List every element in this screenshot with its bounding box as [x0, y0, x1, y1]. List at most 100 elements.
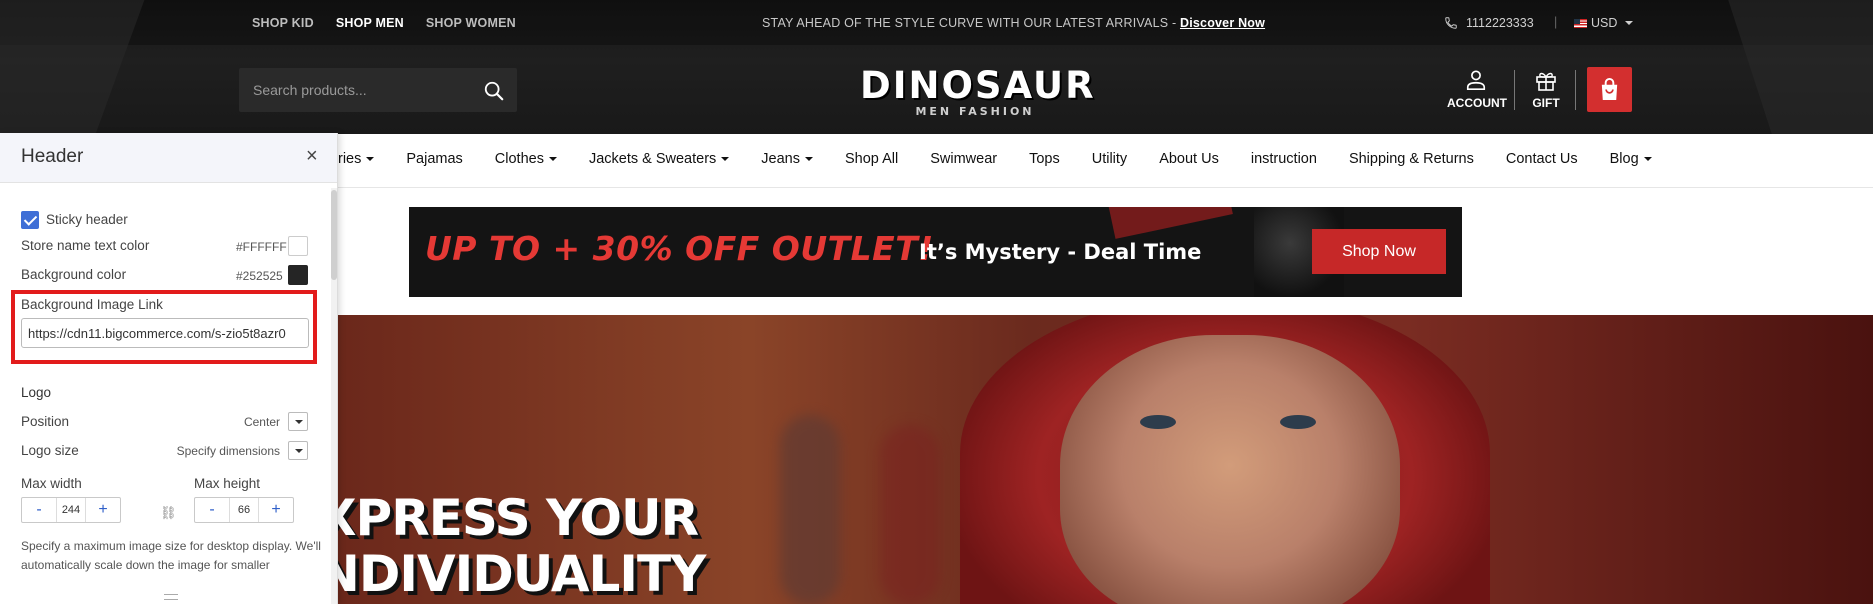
link-icon[interactable]: ⛓: [160, 505, 177, 521]
nav-item[interactable]: Contact Us: [1506, 151, 1578, 167]
nav-item[interactable]: Pajamas: [406, 151, 462, 167]
phone-icon: [1445, 17, 1457, 29]
nav-item-label: Shipping & Returns: [1348, 151, 1474, 167]
logo-size-value[interactable]: Specify dimensions: [160, 444, 280, 458]
store-name-color-label: Store name text color: [21, 238, 150, 253]
nav-item[interactable]: Utility: [1092, 151, 1127, 167]
hero-background-figure: [880, 425, 940, 604]
sticky-header-label: Sticky header: [46, 212, 128, 227]
max-height-decrement-button[interactable]: -: [195, 498, 229, 522]
nav-item[interactable]: Clothes: [495, 151, 557, 167]
cart-button[interactable]: [1587, 67, 1632, 112]
store-logo[interactable]: DINOSAUR MEN FASHION: [860, 64, 1096, 122]
hero-model-eye: [1140, 415, 1176, 429]
chevron-down-icon: [366, 157, 375, 161]
nav-item[interactable]: About Us: [1159, 151, 1219, 167]
shop-men-link[interactable]: SHOP MEN: [336, 16, 404, 30]
chevron-down-icon: [805, 157, 813, 161]
announcement-bar: SHOP KID SHOP MEN SHOP WOMEN STAY AHEAD …: [252, 14, 1634, 34]
close-icon[interactable]: ×: [306, 145, 318, 168]
phone-contact[interactable]: 1112223333: [1444, 16, 1534, 30]
banner-subtext: It’s Mystery - Deal Time: [919, 240, 1202, 264]
nav-item-label: Jackets & Sweaters: [588, 151, 717, 167]
hero-model-face: [1060, 335, 1400, 604]
max-height-increment-button[interactable]: +: [259, 498, 293, 522]
nav-item-label: Contact Us: [1505, 151, 1578, 167]
shop-women-link[interactable]: SHOP WOMEN: [426, 16, 516, 30]
panel-scrollbar[interactable]: [331, 188, 337, 604]
background-color-label: Background color: [21, 267, 127, 282]
header-divider: [1575, 70, 1576, 110]
hero-model-eye: [1280, 415, 1316, 429]
nav-item[interactable]: Swimwear: [930, 151, 997, 167]
gift-link[interactable]: GIFT: [1523, 68, 1569, 112]
search-icon[interactable]: [483, 80, 505, 102]
header-decoration-left: [0, 0, 145, 134]
gift-label: GIFT: [1532, 96, 1560, 110]
account-label: ACCOUNT: [1447, 96, 1507, 110]
nav-item-label: Swimwear: [930, 151, 998, 167]
nav-item[interactable]: Jackets & Sweaters: [588, 151, 730, 167]
promo-banner[interactable]: UP TO + 30% OFF OUTLET! It’s Mystery - D…: [409, 207, 1462, 297]
nav-item-label: Jeans: [761, 151, 800, 167]
panel-header: Header ×: [0, 133, 337, 183]
sticky-header-checkbox[interactable]: [21, 211, 39, 229]
max-width-increment-button[interactable]: +: [86, 498, 120, 522]
nav-item-label: About Us: [1159, 151, 1219, 167]
nav-item-label: Clothes: [494, 151, 544, 167]
background-color-value: #252525: [236, 269, 283, 283]
nav-item-label: Utility: [1091, 151, 1128, 167]
nav-item-label: instruction: [1250, 151, 1317, 167]
panel-title: Header: [21, 146, 84, 167]
nav-item[interactable]: Tops: [1029, 151, 1060, 167]
currency-selector[interactable]: USD: [1574, 16, 1634, 30]
chevron-down-icon: [1625, 21, 1634, 25]
account-link[interactable]: ACCOUNT: [1447, 68, 1507, 112]
max-width-stepper: - 244 +: [21, 497, 121, 523]
discover-now-link[interactable]: Discover Now: [1180, 16, 1265, 30]
page: SHOP KID SHOP MEN SHOP WOMEN STAY AHEAD …: [0, 0, 1873, 604]
max-width-value[interactable]: 244: [56, 498, 86, 522]
user-icon: [1466, 70, 1486, 90]
gift-icon: [1536, 72, 1556, 91]
chevron-down-icon: [548, 157, 557, 161]
position-dropdown-button[interactable]: [288, 412, 308, 431]
max-height-label: Max height: [194, 476, 261, 491]
background-image-link-input[interactable]: [21, 318, 309, 348]
scrollbar-thumb[interactable]: [331, 190, 337, 280]
banner-headline: UP TO + 30% OFF OUTLET!: [425, 229, 934, 268]
hero-heading: XPRESS YOUR NDIVIDUALITY: [318, 489, 706, 602]
logo-size-dropdown-button[interactable]: [288, 441, 308, 460]
max-width-decrement-button[interactable]: -: [22, 498, 56, 522]
nav-item-label: ries: [338, 151, 362, 167]
store-name-color-value: #FFFFFF: [236, 240, 287, 254]
nav-item[interactable]: Shop All: [845, 151, 898, 167]
shop-now-button[interactable]: Shop Now: [1312, 229, 1446, 274]
hero-background-figure: [780, 415, 840, 604]
nav-item[interactable]: Shipping & Returns: [1349, 151, 1474, 167]
nav-item[interactable]: Blog: [1610, 151, 1652, 167]
phone-number: 1112223333: [1466, 16, 1534, 30]
search-input[interactable]: [253, 80, 473, 100]
chevron-down-icon: [721, 157, 730, 161]
logo-name: DINOSAUR: [860, 64, 1096, 107]
shop-kid-link[interactable]: SHOP KID: [252, 16, 314, 30]
nav-items: ries Pajamas Clothes Jackets & Sweaters Jean…: [338, 151, 1684, 167]
promo-message: STAY AHEAD OF THE STYLE CURVE WITH OUR L…: [762, 16, 1265, 30]
nav-item[interactable]: instruction: [1251, 151, 1317, 167]
max-height-value[interactable]: 66: [229, 498, 259, 522]
position-value[interactable]: Center: [230, 415, 280, 429]
topbar-separator: |: [1554, 15, 1558, 29]
nav-item[interactable]: Jeans: [761, 151, 813, 167]
drag-handle-icon[interactable]: [164, 594, 178, 600]
position-label: Position: [21, 414, 70, 429]
nav-item-label: Tops: [1029, 151, 1060, 167]
background-color-swatch[interactable]: [288, 265, 308, 285]
header-settings-panel: Header × Sticky header Store name text c…: [0, 133, 338, 604]
nav-item[interactable]: ries: [338, 151, 375, 167]
nav-item-label: Blog: [1609, 151, 1639, 167]
store-name-color-swatch[interactable]: [288, 236, 308, 256]
us-flag-icon: [1574, 18, 1587, 28]
hero-heading-line1: XPRESS YOUR: [318, 489, 699, 547]
background-image-link-label: Background Image Link: [21, 297, 163, 312]
